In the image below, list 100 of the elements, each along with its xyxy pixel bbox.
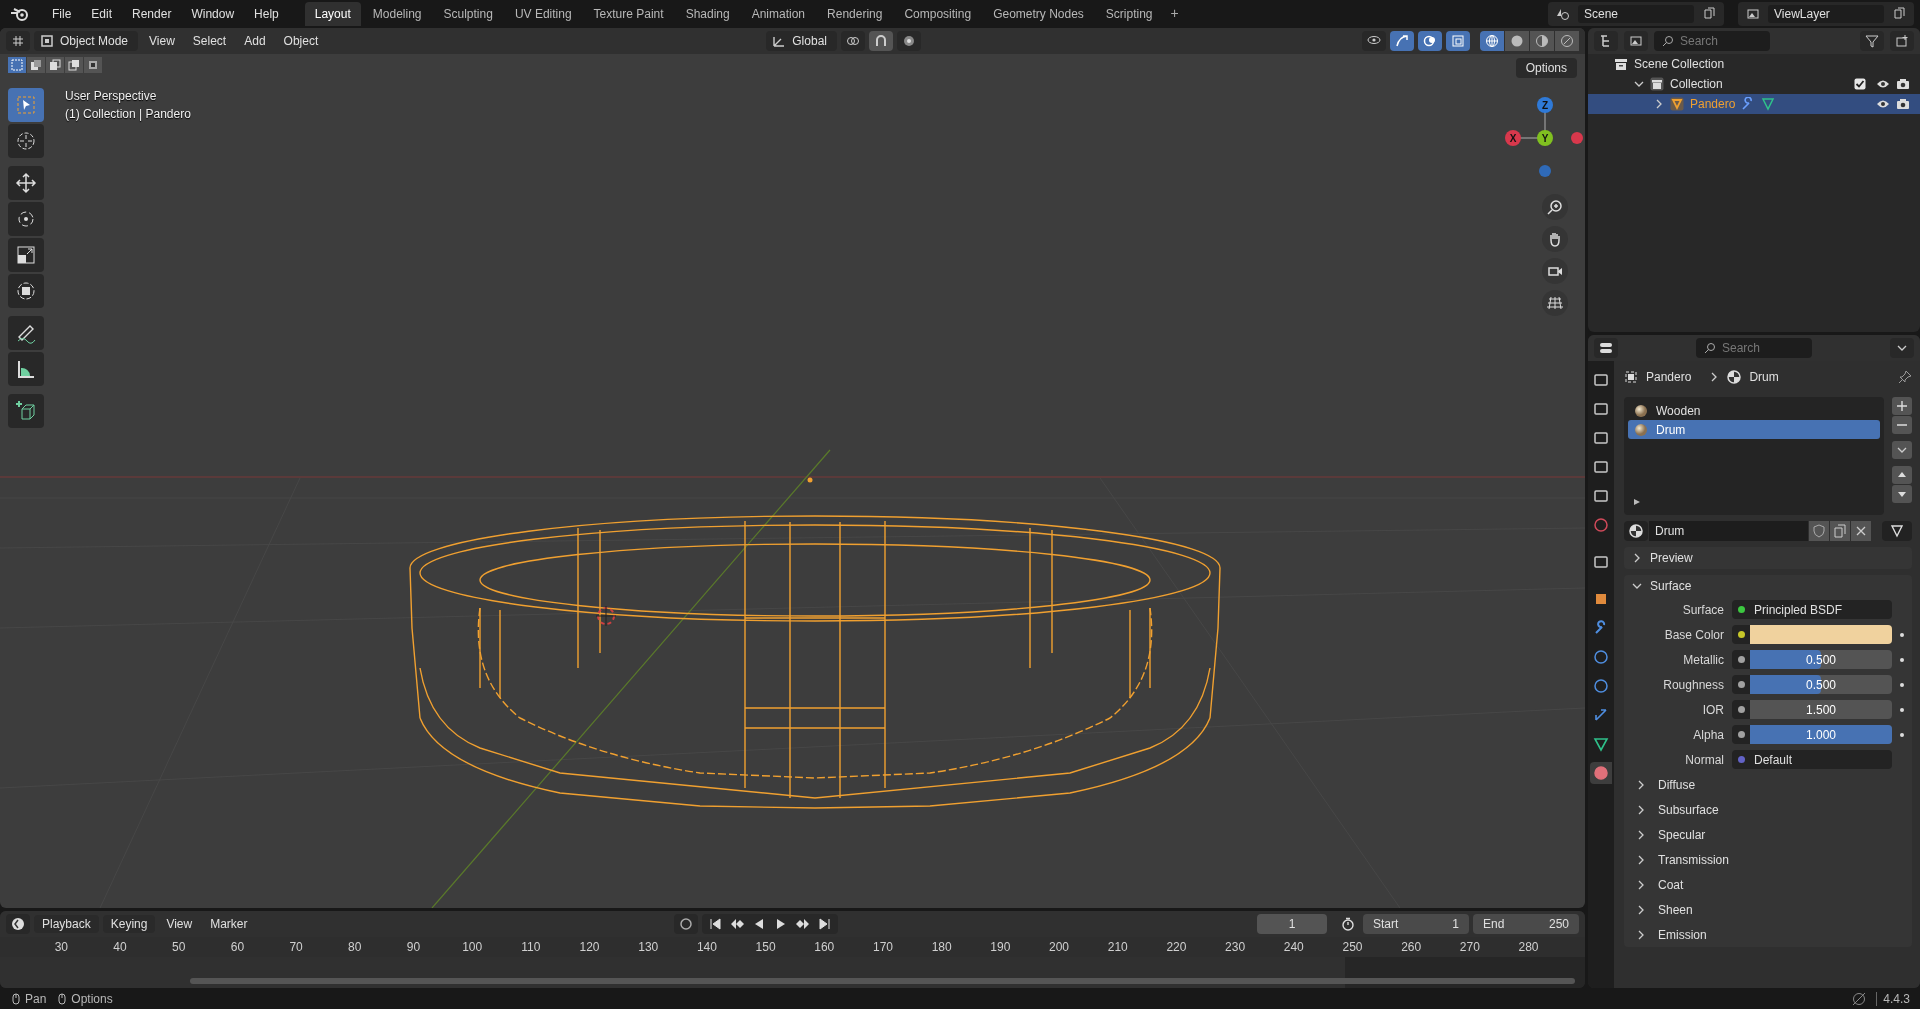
orientation-dropdown[interactable]: Global — [766, 31, 837, 51]
pan-button[interactable] — [1542, 226, 1568, 252]
socket-dot-icon[interactable] — [1737, 631, 1745, 638]
select-mode-button[interactable] — [84, 57, 102, 73]
workspace-tab[interactable]: Shading — [675, 2, 740, 26]
menu-item[interactable]: Window — [183, 4, 243, 24]
unlink-button[interactable] — [1851, 521, 1871, 541]
socket-dot-icon[interactable] — [1737, 606, 1745, 613]
browse-material-button[interactable] — [1624, 521, 1648, 541]
socket-dot-icon[interactable] — [1737, 756, 1745, 763]
keyframe-dot-icon[interactable] — [1900, 732, 1904, 737]
fake-user-button[interactable] — [1809, 521, 1829, 541]
rendered-shading-button[interactable] — [1555, 31, 1579, 51]
material-slot[interactable]: Wooden — [1656, 403, 1701, 418]
menu-item[interactable]: Marker — [203, 914, 255, 934]
subpanel-header[interactable]: Emission — [1658, 927, 1707, 942]
panel-header[interactable]: Surface — [1650, 579, 1692, 593]
disclosure-caret-icon[interactable] — [1636, 829, 1646, 840]
3d-cursor-icon[interactable] — [595, 605, 617, 627]
workspace-tab[interactable]: Layout — [304, 2, 361, 26]
prev-keyframe-icon[interactable] — [729, 917, 744, 931]
menu-item[interactable]: Edit — [83, 4, 121, 24]
scrollbar[interactable] — [190, 978, 1575, 984]
subpanel-header[interactable]: Transmission — [1658, 852, 1729, 867]
add-workspace-button[interactable]: + — [1164, 2, 1185, 26]
workspace-tab[interactable]: Compositing — [894, 2, 982, 26]
zoom-button[interactable] — [1542, 194, 1568, 220]
subpanel-header[interactable]: Sheen — [1658, 902, 1693, 917]
socket-dot-icon[interactable] — [1737, 706, 1745, 713]
subpanel-header[interactable]: Diffuse — [1658, 777, 1696, 792]
material-shading-button[interactable] — [1530, 31, 1554, 51]
options-dropdown[interactable]: Options — [1515, 58, 1577, 78]
keyframe-dot-icon[interactable] — [1900, 682, 1904, 687]
start-frame-field[interactable]: Start 1 — [1363, 914, 1469, 934]
menu-item[interactable]: Select — [185, 31, 234, 51]
gizmo-toggle-button[interactable] — [1390, 31, 1414, 51]
disclosure-caret-icon[interactable] — [1634, 79, 1644, 89]
color-swatch[interactable] — [1750, 625, 1892, 644]
expand-triangle-icon[interactable] — [1632, 497, 1642, 507]
tool-button[interactable] — [8, 238, 44, 272]
disclosure-caret-icon[interactable] — [1632, 581, 1642, 591]
editor-type-button[interactable] — [1594, 338, 1618, 358]
display-mode-button[interactable] — [1594, 31, 1618, 51]
xray-toggle-button[interactable] — [1446, 31, 1470, 51]
camera-icon[interactable] — [1896, 77, 1910, 91]
copy-icon[interactable] — [1892, 7, 1906, 21]
filter-button[interactable] — [1860, 31, 1884, 51]
add-slot-button[interactable] — [1892, 397, 1912, 415]
menu-dropdown[interactable]: Keying — [102, 915, 156, 933]
disclosure-caret-icon[interactable] — [1636, 804, 1646, 815]
next-keyframe-icon[interactable] — [795, 917, 810, 931]
disclosure-caret-icon[interactable] — [1636, 879, 1646, 890]
slot-menu-button[interactable] — [1892, 441, 1912, 459]
menu-item[interactable]: View — [159, 914, 200, 934]
properties-tab[interactable] — [1590, 762, 1612, 784]
jump-start-icon[interactable] — [707, 917, 722, 931]
triangle-mesh-icon[interactable] — [1761, 97, 1776, 111]
socket-dot-icon[interactable] — [1737, 731, 1745, 738]
value-slider[interactable]: 0.500 — [1750, 650, 1892, 669]
pin-icon[interactable] — [1898, 370, 1912, 384]
outliner-item[interactable]: Collection — [1670, 77, 1723, 91]
subpanel-header[interactable]: Specular — [1658, 827, 1706, 842]
select-mode-button[interactable] — [46, 57, 64, 73]
checkbox[interactable] — [1854, 78, 1866, 90]
search-field[interactable]: Search — [1696, 338, 1812, 358]
search-field[interactable]: Search — [1654, 31, 1770, 51]
subpanel-header[interactable]: Subsurface — [1658, 802, 1719, 817]
select-mode-button[interactable] — [65, 57, 83, 73]
new-collection-button[interactable] — [1890, 31, 1914, 51]
camera-icon[interactable] — [1896, 97, 1910, 111]
input-field[interactable]: Default — [1750, 750, 1892, 769]
end-frame-field[interactable]: End 250 — [1473, 914, 1579, 934]
move-down-button[interactable] — [1892, 485, 1912, 503]
workspace-tab[interactable]: Texture Paint — [583, 2, 674, 26]
copy-icon[interactable] — [1702, 7, 1716, 21]
mode-dropdown[interactable]: Object Mode — [34, 31, 139, 51]
proportional-button[interactable] — [896, 31, 921, 51]
navigation-gizmo-drawing[interactable]: Z X Y — [1503, 88, 1583, 188]
material-name-field[interactable]: Drum — [1649, 521, 1808, 541]
current-frame-field[interactable]: 1 — [1257, 914, 1327, 934]
workspace-tab[interactable]: Modeling — [362, 2, 432, 26]
options-dropdown[interactable] — [1890, 338, 1914, 358]
select-mode-button[interactable] — [27, 57, 45, 73]
snap-button[interactable] — [868, 31, 893, 51]
outliner-item[interactable]: Pandero — [1690, 97, 1736, 111]
panel-header[interactable]: Preview — [1650, 551, 1693, 565]
keyframe-dot-icon[interactable] — [1900, 707, 1904, 712]
workspace-tab[interactable]: Geometry Nodes — [983, 2, 1094, 26]
wireframe-shading-button[interactable] — [1480, 31, 1504, 51]
menu-item[interactable]: Help — [246, 4, 287, 24]
remove-slot-button[interactable] — [1892, 416, 1912, 434]
camera-view-button[interactable] — [1542, 258, 1568, 284]
menu-item[interactable]: Add — [237, 31, 273, 51]
workspace-tab[interactable]: Rendering — [817, 2, 893, 26]
filter-view-button[interactable] — [1624, 31, 1648, 51]
menu-item[interactable]: File — [44, 4, 80, 24]
disclosure-caret-icon[interactable] — [1636, 779, 1646, 790]
keyframe-dot-icon[interactable] — [1900, 632, 1904, 637]
value-slider[interactable]: 1.000 — [1750, 725, 1892, 744]
tool-button[interactable] — [8, 166, 44, 200]
